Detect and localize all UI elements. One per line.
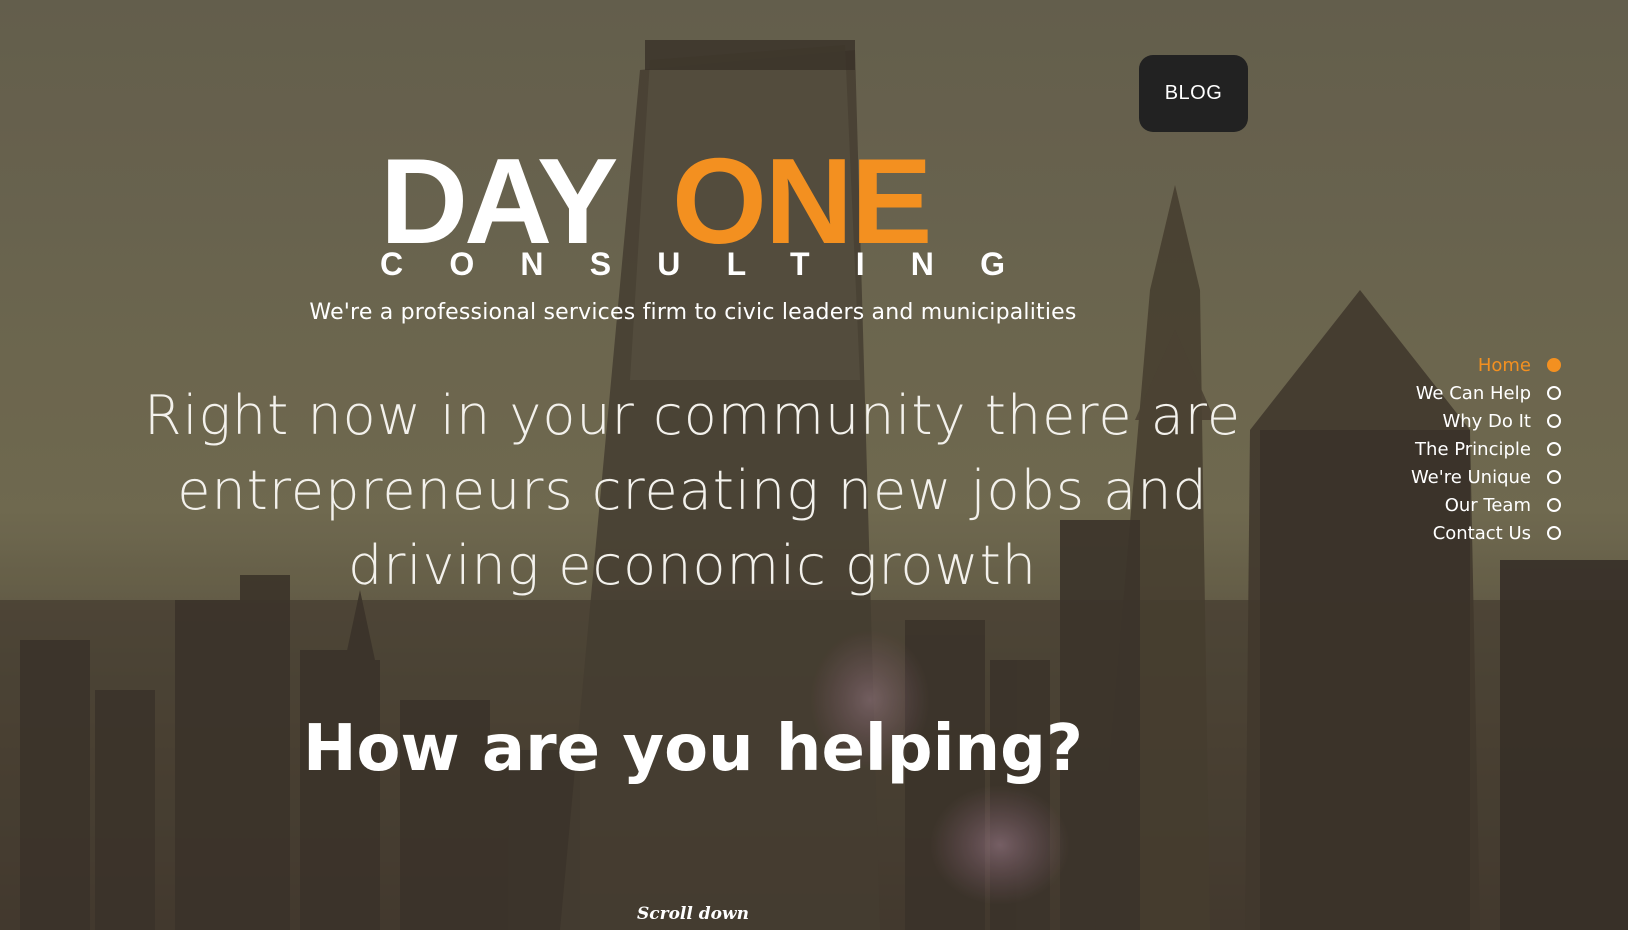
nav-dot-icon <box>1547 386 1561 400</box>
section-nav-item-the-principle[interactable]: The Principle <box>1415 435 1561 463</box>
nav-dot-icon <box>1547 526 1561 540</box>
logo-day-text: DAY <box>380 140 617 269</box>
hero-section: BLOG DAY ONE CONSULTING We're a professi… <box>0 0 1628 930</box>
hero-headline-line: Right now in your community there are <box>143 384 1242 447</box>
section-nav-item-were-unique[interactable]: We're Unique <box>1411 463 1561 491</box>
nav-dot-icon <box>1547 442 1561 456</box>
section-nav: Home We Can Help Why Do It The Principle… <box>1411 351 1561 547</box>
section-nav-item-we-can-help[interactable]: We Can Help <box>1416 379 1561 407</box>
section-nav-label: Our Team <box>1444 494 1531 516</box>
section-nav-label: We're Unique <box>1410 466 1531 488</box>
section-nav-label: Contact Us <box>1432 522 1531 544</box>
blog-button[interactable]: BLOG <box>1139 55 1248 132</box>
section-nav-label: The Principle <box>1415 438 1531 460</box>
nav-dot-icon <box>1547 470 1561 484</box>
tagline: We're a professional services firm to ci… <box>309 300 1077 325</box>
nav-dot-icon <box>1547 358 1561 372</box>
section-nav-item-why-do-it[interactable]: Why Do It <box>1442 407 1561 435</box>
scroll-down-link[interactable]: Scroll down <box>0 904 1386 924</box>
nav-dot-icon <box>1547 414 1561 428</box>
hero-headline-line: entrepreneurs creating new jobs and <box>177 459 1208 522</box>
section-nav-item-our-team[interactable]: Our Team <box>1445 491 1561 519</box>
dayone-consulting-logo[interactable]: DAY ONE CONSULTING <box>380 140 1005 280</box>
hero-headline-line: driving economic growth <box>348 534 1037 597</box>
section-nav-item-home[interactable]: Home <box>1478 351 1561 379</box>
hero-headline: Right now in your community there are en… <box>130 378 1255 603</box>
section-nav-item-contact-us[interactable]: Contact Us <box>1433 519 1561 547</box>
section-nav-label: We Can Help <box>1415 382 1531 404</box>
section-nav-label: Home <box>1477 354 1531 376</box>
hero-question: How are you helping? <box>302 712 1084 786</box>
nav-dot-icon <box>1547 498 1561 512</box>
section-nav-label: Why Do It <box>1442 410 1531 432</box>
